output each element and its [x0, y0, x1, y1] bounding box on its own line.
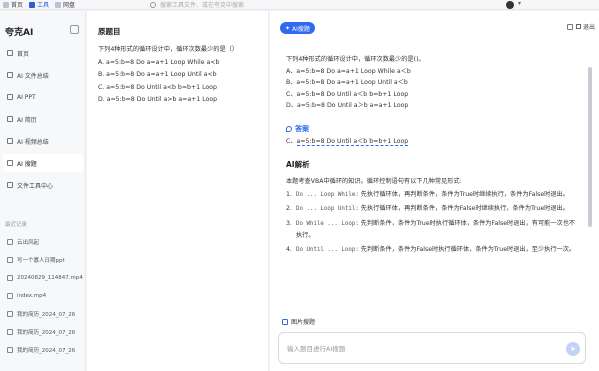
answer-heading: 答案 — [286, 124, 583, 134]
image-search-button[interactable]: 图片搜题 — [282, 317, 315, 326]
list-item[interactable]: 20240829_114847.mp4 — [0, 269, 86, 287]
sidebar: 夸克AI 首页 AI 文件总结 AI PPT AI 简历 AI 视频总结 AI … — [0, 11, 86, 371]
top-bar: 首页 工具 网盘 搜索工具文件、或在夸克中搜索 ▾ — [0, 0, 599, 10]
list-item: 2. Do ... Loop Until: 先执行循环体，再判断条件，条件为Fal… — [286, 205, 569, 212]
scrollbar[interactable] — [588, 53, 592, 303]
analysis-title: AI解析 — [286, 159, 310, 169]
document-icon — [7, 72, 13, 78]
sparkle-icon: ✦ — [285, 24, 291, 32]
analysis-intro: 本题考查VBA中循环的知识。循环控制语句有以下几种常见形式: — [286, 177, 462, 185]
list-item: 4. Do Until ... Loop: 先判断条件，条件为False时执行循环… — [286, 245, 576, 253]
exit-button[interactable]: 退出 — [576, 22, 595, 31]
chevron-down-icon[interactable]: ▾ — [518, 0, 521, 7]
send-button[interactable]: ➤ — [566, 342, 580, 356]
history-title: 最近记录 — [5, 222, 28, 228]
sidebar-item-home[interactable]: 首页 — [3, 44, 83, 62]
question-text: 下列4种形式的循环设计中，循环次数最少的是（） A. a=5:b=8 Do a=… — [98, 44, 266, 107]
resume-icon — [7, 116, 13, 122]
list-item[interactable]: 我的简历_2024_07_26 — [0, 305, 86, 323]
file-icon — [7, 293, 13, 299]
sidebar-item-ai-resume[interactable]: AI 简历 — [3, 110, 83, 128]
sidebar-item-ai-search-question[interactable]: AI 搜题 — [3, 154, 83, 172]
exit-icon — [576, 24, 581, 29]
search-icon — [150, 1, 156, 8]
question-search-icon — [7, 160, 13, 166]
sidebar-item-file-summary[interactable]: AI 文件总结 — [3, 66, 83, 84]
global-search-placeholder: 搜索工具文件、或在夸克中搜索 — [160, 2, 245, 9]
question-input-box: ➤ — [278, 332, 586, 364]
question-line: 下列4种形式的循环设计中，循环次数最少的是（） — [98, 46, 239, 53]
sidebar-collapse-icon[interactable] — [70, 25, 79, 34]
file-icon — [7, 311, 13, 317]
file-icon — [7, 275, 13, 281]
question-panel: 原题目 下列4种形式的循环设计中，循环次数最少的是（） A. a=5:b=8 D… — [87, 11, 269, 371]
list-item[interactable]: 我的简历_2024_07_26 — [0, 341, 86, 359]
list-item[interactable]: 写一个寡人日期ppt — [0, 251, 86, 269]
tab-home[interactable]: 首页 — [0, 0, 26, 10]
question-option-c: C. a=5:b=8 Do Until a<b b=b+1 Loop — [98, 83, 217, 91]
tools-icon — [29, 1, 36, 8]
question-input[interactable] — [287, 342, 547, 355]
sidebar-item-video-summary[interactable]: AI 视频总结 — [3, 132, 83, 150]
ai-answer-area: 下列4种形式的循环设计中，循环次数最少的是()。 A、a=5:b=8 Do a=… — [280, 54, 583, 304]
list-item: 1. Do ... Loop While: 先执行循环体，再判断条件，条件为Tru… — [286, 190, 569, 198]
tab-tools[interactable]: 工具 — [26, 0, 52, 10]
list-item[interactable]: 我的简历_2024_07_26 — [0, 323, 86, 341]
file-icon — [7, 239, 13, 245]
send-icon: ➤ — [570, 345, 576, 353]
copy-icon[interactable] — [567, 24, 573, 30]
file-icon — [7, 329, 13, 335]
home-icon — [7, 50, 13, 56]
ai-question: 下列4种形式的循环设计中，循环次数最少的是()。 A、a=5:b=8 Do a=… — [286, 56, 425, 109]
folder-tools-icon — [7, 182, 13, 188]
location-pin-icon — [286, 125, 292, 132]
presentation-icon — [7, 94, 13, 100]
question-panel-title: 原题目 — [98, 27, 121, 36]
history-list: 云出风起 写一个寡人日期ppt 20240829_114847.mp4 inde… — [0, 233, 86, 359]
sidebar-nav: 首页 AI 文件总结 AI PPT AI 简历 AI 视频总结 AI 搜题 文件… — [0, 41, 86, 198]
question-option-d: D. a=5:b=8 Do Until a>b a=a+1 Loop — [98, 96, 218, 103]
global-search[interactable]: 搜索工具文件、或在夸克中搜索 — [150, 0, 450, 9]
scrollbar-thumb[interactable] — [588, 67, 592, 227]
file-icon — [7, 257, 13, 263]
analysis-list: 1. Do ... Loop While: 先执行循环体，再判断条件，条件为Tru… — [286, 189, 576, 257]
avatar[interactable] — [506, 1, 514, 9]
list-item: 3. Do While ... Loop: 先判断条件，条件为True时执行循环体… — [286, 219, 576, 240]
list-item[interactable]: index.mp4 — [0, 287, 86, 305]
ai-search-pill: ✦ AI搜题 — [280, 22, 315, 34]
list-item[interactable]: 云出风起 — [0, 233, 86, 251]
image-icon — [282, 318, 288, 325]
question-option-a: A. a=5:b=8 Do a=a+1 Loop While a<b — [98, 58, 220, 66]
brand-title: 夸克AI — [5, 28, 34, 38]
question-option-b: B. a=5:b=8 Do a=a+1 Loop Until a<b — [98, 71, 217, 78]
home-icon — [3, 1, 9, 8]
sidebar-item-file-tools[interactable]: 文件工具中心 — [3, 176, 83, 194]
cloud-drive-icon — [55, 1, 62, 8]
tab-cloud-drive[interactable]: 网盘 — [52, 0, 78, 10]
ai-panel: ✦ AI搜题 退出 下列4种形式的循环设计中，循环次数最少的是()。 A、a=5:… — [270, 11, 599, 371]
video-icon — [7, 138, 13, 144]
file-icon — [7, 347, 13, 353]
answer-value: C、a=5:b=8 Do Until a＜b b=b+1 Loop — [286, 137, 409, 146]
sidebar-item-ai-ppt[interactable]: AI PPT — [3, 88, 83, 106]
